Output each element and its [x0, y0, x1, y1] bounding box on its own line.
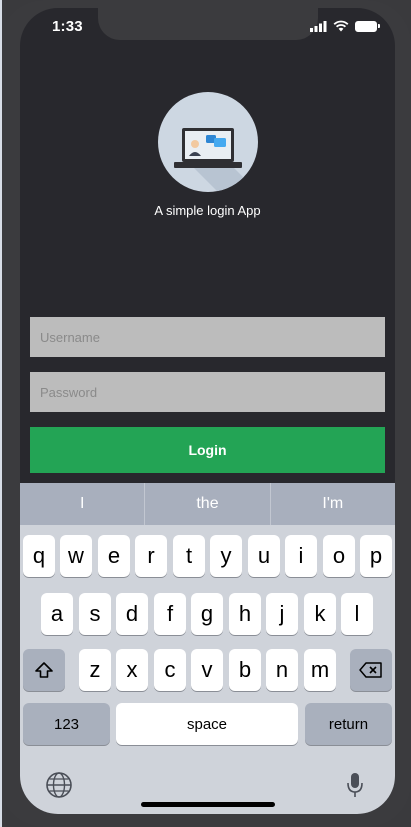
key-v[interactable]: v: [191, 649, 223, 691]
key-m[interactable]: m: [304, 649, 336, 691]
key-q[interactable]: q: [23, 535, 55, 577]
status-time: 1:33: [52, 18, 83, 35]
key-g[interactable]: g: [191, 593, 223, 635]
key-w[interactable]: w: [60, 535, 92, 577]
wifi-icon: [333, 20, 349, 32]
key-a[interactable]: a: [41, 593, 73, 635]
keyboard: I the I'm q w e r t y u i o p a s d f g …: [20, 483, 395, 814]
password-input[interactable]: [30, 372, 385, 412]
key-c[interactable]: c: [154, 649, 186, 691]
delete-key[interactable]: [350, 649, 392, 691]
phone-screen: 1:33 A simple login App Login I: [20, 8, 395, 814]
key-i[interactable]: i: [285, 535, 317, 577]
key-j[interactable]: j: [266, 593, 298, 635]
suggestion-item[interactable]: I: [20, 483, 146, 525]
frame-edge: [0, 0, 6, 827]
key-e[interactable]: e: [98, 535, 130, 577]
suggestion-item[interactable]: the: [145, 483, 271, 525]
globe-icon: [46, 772, 72, 798]
dictation-button[interactable]: [345, 771, 365, 799]
key-h[interactable]: h: [229, 593, 261, 635]
username-input[interactable]: [30, 317, 385, 357]
suggestion-item[interactable]: I'm: [271, 483, 395, 525]
return-key[interactable]: return: [305, 703, 392, 745]
key-u[interactable]: u: [248, 535, 280, 577]
key-s[interactable]: s: [79, 593, 111, 635]
key-x[interactable]: x: [116, 649, 148, 691]
globe-button[interactable]: [45, 771, 73, 799]
shift-key[interactable]: [23, 649, 65, 691]
login-button[interactable]: Login: [30, 427, 385, 473]
key-p[interactable]: p: [360, 535, 392, 577]
key-b[interactable]: b: [229, 649, 261, 691]
notch: [98, 8, 318, 40]
battery-icon: [355, 20, 380, 32]
status-icons: [310, 20, 380, 32]
backspace-icon: [359, 662, 382, 678]
suggestion-bar: I the I'm: [20, 483, 395, 525]
key-d[interactable]: d: [116, 593, 148, 635]
app-subtitle: A simple login App: [154, 203, 261, 218]
signal-icon: [310, 20, 327, 32]
key-z[interactable]: z: [79, 649, 111, 691]
key-k[interactable]: k: [304, 593, 336, 635]
key-y[interactable]: y: [210, 535, 242, 577]
microphone-icon: [347, 773, 363, 797]
key-l[interactable]: l: [341, 593, 373, 635]
space-key[interactable]: space: [116, 703, 298, 745]
key-o[interactable]: o: [323, 535, 355, 577]
key-n[interactable]: n: [266, 649, 298, 691]
home-indicator[interactable]: [141, 802, 275, 807]
laptop-chat-icon: [174, 128, 258, 192]
key-t[interactable]: t: [173, 535, 205, 577]
numbers-key[interactable]: 123: [23, 703, 110, 745]
key-f[interactable]: f: [154, 593, 186, 635]
shift-icon: [35, 662, 53, 678]
app-logo: [158, 92, 258, 192]
key-r[interactable]: r: [135, 535, 167, 577]
